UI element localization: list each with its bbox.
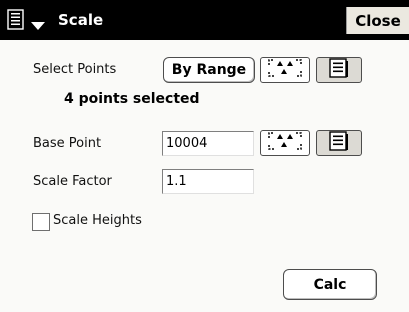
- document-menu-icon: [7, 9, 27, 35]
- window-title: Scale: [58, 11, 104, 29]
- close-button[interactable]: Close: [346, 7, 409, 34]
- list-select-icon: [328, 131, 350, 155]
- scale-dialog: Scale Close Select Points By Range 4 poi…: [0, 0, 409, 312]
- map-select-icon: [267, 131, 303, 155]
- selection-status: 4 points selected: [64, 91, 200, 107]
- chevron-down-icon: [30, 16, 46, 35]
- select-points-label: Select Points: [33, 62, 117, 77]
- base-point-map-button[interactable]: [260, 130, 310, 156]
- list-select-icon: [328, 58, 350, 82]
- by-range-button[interactable]: By Range: [163, 57, 255, 83]
- base-point-list-button[interactable]: [316, 130, 362, 156]
- title-menu-button[interactable]: [6, 8, 60, 33]
- base-point-label: Base Point: [33, 136, 102, 151]
- scale-heights-checkbox[interactable]: [32, 213, 50, 231]
- scale-factor-label: Scale Factor: [33, 174, 112, 189]
- map-select-icon: [267, 58, 303, 82]
- calc-button[interactable]: Calc: [283, 269, 377, 300]
- select-points-map-button[interactable]: [260, 57, 310, 83]
- scale-factor-input[interactable]: [162, 169, 254, 194]
- title-bar: Scale Close: [0, 0, 409, 40]
- scale-heights-label[interactable]: Scale Heights: [53, 213, 142, 228]
- select-points-list-button[interactable]: [316, 57, 362, 83]
- base-point-input[interactable]: [162, 131, 254, 156]
